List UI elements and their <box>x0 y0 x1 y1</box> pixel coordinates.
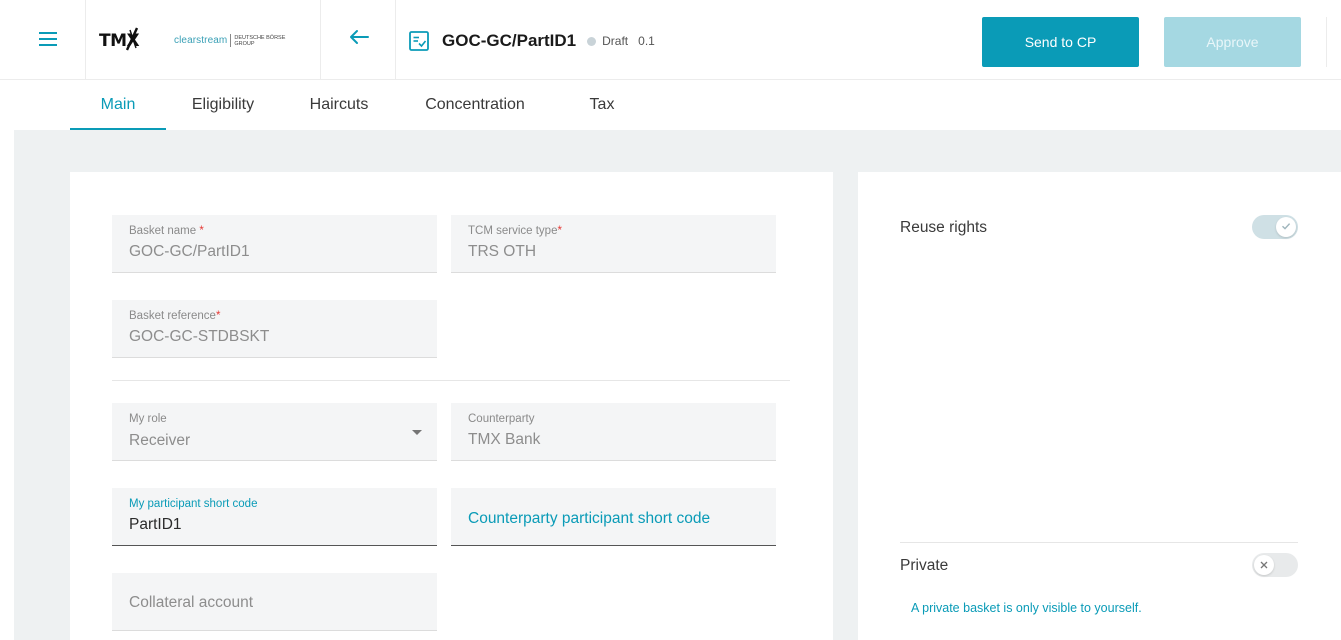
status-dot <box>587 36 597 46</box>
basket-reference-field[interactable]: Basket reference* GOC-GC-STDBSKT <box>112 300 437 358</box>
back-button[interactable] <box>322 0 396 79</box>
private-hint-text: A private basket is only visible to your… <box>911 601 1142 615</box>
app-header: TMX clearstream Deutsche Börse Group <box>0 0 1341 80</box>
tmx-logo: TMX <box>99 26 140 56</box>
basket-name-required-mark: * <box>199 225 204 237</box>
collateral-account-placeholder: Collateral account <box>129 594 254 611</box>
send-to-cp-button[interactable]: Send to CP <box>982 17 1139 67</box>
page-title: GOC-GC/PartID1 <box>442 31 577 50</box>
private-label: Private <box>900 557 949 574</box>
basket-reference-required-mark: * <box>215 310 221 322</box>
tcm-service-type-value: TRS OTH <box>468 243 537 260</box>
counterparty-participant-short-code-placeholder: Counterparty participant short code <box>468 510 711 527</box>
counterparty-label: Counterparty <box>468 413 535 425</box>
tab-bar: Main Eligibility Haircuts Concentration … <box>70 80 652 130</box>
tcm-service-type-label: TCM service type* <box>468 225 562 237</box>
basket-name-value: GOC-GC/PartID1 <box>129 243 250 260</box>
caret-down-icon[interactable] <box>412 430 422 435</box>
deutsche-boerse-logo-text: Deutsche Börse Group <box>234 35 285 47</box>
basket-reference-label-text: Basket reference <box>129 310 216 322</box>
counterparty-field[interactable]: Counterparty TMX Bank <box>451 403 776 461</box>
counterparty-participant-short-code-field[interactable]: Counterparty participant short code <box>451 488 776 546</box>
basket-reference-value: GOC-GC-STDBSKT <box>129 328 270 345</box>
tab-haircuts[interactable]: Haircuts <box>280 80 398 130</box>
basket-reference-label: Basket reference* <box>129 310 220 322</box>
my-participant-short-code-field[interactable]: My participant short code PartID1 <box>112 488 437 546</box>
tab-eligibility[interactable]: Eligibility <box>166 80 280 130</box>
collateral-account-field[interactable]: Collateral account <box>112 573 437 631</box>
logo-area: TMX clearstream Deutsche Börse Group <box>85 0 321 79</box>
basket-name-field[interactable]: Basket name * GOC-GC/PartID1 <box>112 215 437 273</box>
header-divider <box>1326 17 1327 67</box>
my-participant-short-code-label: My participant short code <box>129 498 258 510</box>
basket-name-label-text: Basket name <box>129 225 197 237</box>
status-badge: Draft <box>602 34 629 48</box>
my-role-value: Receiver <box>129 432 191 449</box>
reuse-rights-toggle[interactable] <box>1252 215 1298 239</box>
logo-divider <box>230 34 232 47</box>
settings-divider <box>900 542 1298 543</box>
tab-concentration[interactable]: Concentration <box>398 80 552 130</box>
clearstream-logo-text: clearstream <box>174 35 228 46</box>
tmx-logo-mark <box>126 27 139 51</box>
tcm-service-type-label-text: TCM service type <box>468 225 558 237</box>
tab-tax[interactable]: Tax <box>552 80 652 130</box>
hamburger-icon <box>39 31 57 51</box>
my-participant-short-code-value: PartID1 <box>129 516 182 533</box>
form-section-divider <box>112 380 790 381</box>
basket-name-label: Basket name * <box>129 225 204 237</box>
clearstream-logo: clearstream Deutsche Börse Group <box>174 34 285 47</box>
version-label: 0.1 <box>638 34 655 48</box>
private-toggle[interactable] <box>1252 553 1298 577</box>
deutsche-boerse-line2: Group <box>234 40 255 47</box>
tcm-service-type-required-mark: * <box>557 225 562 237</box>
private-toggle-knob <box>1254 555 1274 575</box>
reuse-rights-toggle-knob <box>1276 217 1296 237</box>
my-role-label: My role <box>129 413 167 425</box>
check-icon <box>1281 218 1291 236</box>
arrow-left-icon <box>349 29 369 50</box>
page-header-title: GOC-GC/PartID1 Draft 0.1 <box>408 27 655 55</box>
menu-button[interactable] <box>30 27 66 55</box>
close-icon <box>1260 556 1268 574</box>
counterparty-value: TMX Bank <box>468 431 541 448</box>
approve-button[interactable]: Approve <box>1164 17 1301 67</box>
checklist-document-icon <box>408 30 430 52</box>
my-role-select[interactable]: My role Receiver <box>112 403 437 461</box>
tab-main[interactable]: Main <box>70 80 166 130</box>
reuse-rights-label: Reuse rights <box>900 219 988 236</box>
tcm-service-type-field[interactable]: TCM service type* TRS OTH <box>451 215 776 273</box>
